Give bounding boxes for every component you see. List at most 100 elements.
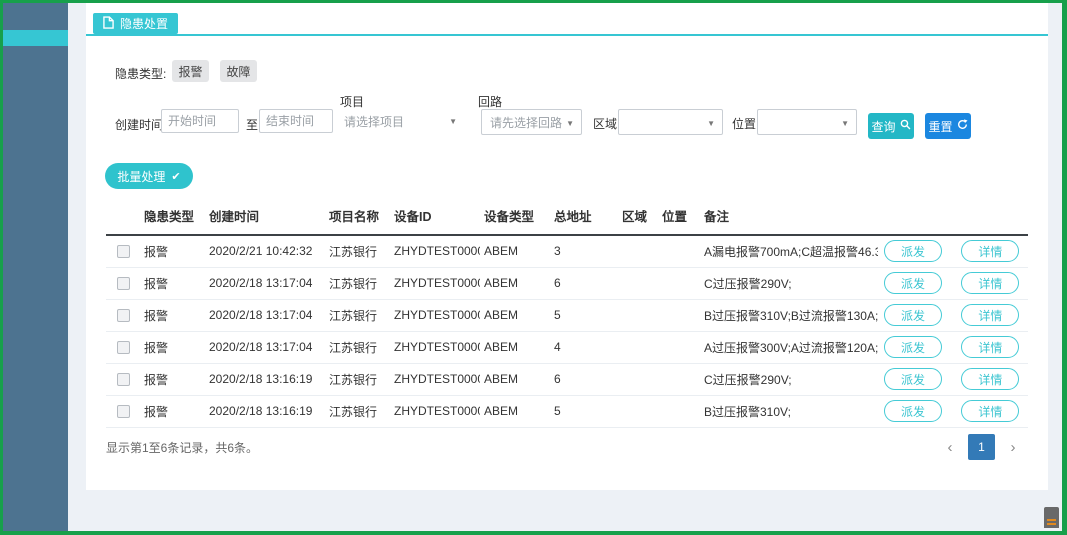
- cell-device-type: ABEM: [480, 235, 550, 267]
- hazard-table: 隐患类型 创建时间 项目名称 设备ID 设备类型 总地址 区域 位置 备注: [106, 202, 1028, 428]
- cell-project-name: 江苏银行: [325, 235, 390, 267]
- dispatch-button[interactable]: 派发: [884, 272, 942, 294]
- table-row: 报警 2020/2/18 13:17:04 江苏银行 ZHYDTEST00000…: [106, 267, 1028, 299]
- project-select-value: 请选择项目: [344, 113, 404, 130]
- row-checkbox[interactable]: [117, 341, 130, 354]
- cell-address: 6: [550, 363, 618, 395]
- prev-page-button[interactable]: ‹: [937, 434, 963, 460]
- cell-device-type: ABEM: [480, 299, 550, 331]
- position-select[interactable]: ▼: [757, 109, 857, 135]
- cell-address: 5: [550, 395, 618, 427]
- header-area: 区域: [618, 202, 658, 235]
- circuit-select[interactable]: 请先选择回路 ▼: [481, 109, 582, 135]
- cell-remark: C过压报警290V;: [700, 363, 878, 395]
- cell-position: [658, 299, 700, 331]
- search-icon: [900, 119, 911, 133]
- cell-create-time: 2020/2/21 10:42:32: [205, 235, 325, 267]
- detail-button[interactable]: 详情: [961, 272, 1019, 294]
- content-card: 隐患处置 隐患类型: 报警 故障 创建时间 至 项目 请选择项目 ▼ 回路 请先…: [86, 3, 1048, 490]
- scrollbar-corner-widget[interactable]: [1044, 507, 1059, 528]
- sidebar: [3, 3, 68, 531]
- cell-address: 5: [550, 299, 618, 331]
- cell-area: [618, 331, 658, 363]
- area-select[interactable]: ▼: [618, 109, 723, 135]
- reset-button-label: 重置: [928, 118, 952, 135]
- next-page-button[interactable]: ›: [1000, 434, 1026, 460]
- hazard-type-label: 隐患类型:: [115, 65, 166, 82]
- cell-area: [618, 363, 658, 395]
- cell-project-name: 江苏银行: [325, 267, 390, 299]
- detail-button[interactable]: 详情: [961, 240, 1019, 262]
- cell-hazard-type: 报警: [140, 363, 205, 395]
- cell-create-time: 2020/2/18 13:17:04: [205, 267, 325, 299]
- cell-project-name: 江苏银行: [325, 299, 390, 331]
- row-checkbox[interactable]: [117, 309, 130, 322]
- cell-position: [658, 363, 700, 395]
- table-row: 报警 2020/2/18 13:16:19 江苏银行 ZHYDTEST00000…: [106, 363, 1028, 395]
- cell-area: [618, 395, 658, 427]
- batch-process-label: 批量处理: [117, 168, 165, 185]
- cell-device-id: ZHYDTEST000001: [390, 235, 480, 267]
- dispatch-button[interactable]: 派发: [884, 240, 942, 262]
- table-row: 报警 2020/2/18 13:17:04 江苏银行 ZHYDTEST00000…: [106, 299, 1028, 331]
- chevron-down-icon: ▼: [841, 119, 849, 128]
- batch-process-button[interactable]: 批量处理 ✔: [105, 163, 193, 189]
- header-hazard-type: 隐患类型: [140, 202, 205, 235]
- dispatch-button[interactable]: 派发: [884, 336, 942, 358]
- dispatch-button[interactable]: 派发: [884, 400, 942, 422]
- cell-address: 4: [550, 331, 618, 363]
- cell-create-time: 2020/2/18 13:17:04: [205, 331, 325, 363]
- chevron-down-icon: ▼: [566, 119, 574, 128]
- cell-hazard-type: 报警: [140, 299, 205, 331]
- start-time-input[interactable]: [161, 109, 239, 133]
- cell-device-type: ABEM: [480, 331, 550, 363]
- dispatch-button[interactable]: 派发: [884, 368, 942, 390]
- chevron-down-icon: ▼: [707, 119, 715, 128]
- cell-area: [618, 235, 658, 267]
- cell-project-name: 江苏银行: [325, 363, 390, 395]
- end-time-input[interactable]: [259, 109, 333, 133]
- header-address: 总地址: [550, 202, 618, 235]
- cell-device-id: ZHYDTEST000001: [390, 299, 480, 331]
- hazard-type-alarm-button[interactable]: 报警: [172, 60, 209, 82]
- row-checkbox[interactable]: [117, 373, 130, 386]
- record-summary: 显示第1至6条记录，共6条。: [106, 439, 258, 456]
- hazard-type-fault-button[interactable]: 故障: [220, 60, 257, 82]
- cell-device-type: ABEM: [480, 267, 550, 299]
- cell-remark: B过压报警310V;: [700, 395, 878, 427]
- circuit-select-value: 请先选择回路: [490, 114, 562, 131]
- cell-hazard-type: 报警: [140, 395, 205, 427]
- project-select[interactable]: 请选择项目 ▼: [336, 108, 464, 134]
- page-title: 隐患处置: [120, 15, 168, 32]
- cell-create-time: 2020/2/18 13:17:04: [205, 299, 325, 331]
- table-row: 报警 2020/2/18 13:16:19 江苏银行 ZHYDTEST00000…: [106, 395, 1028, 427]
- detail-button[interactable]: 详情: [961, 368, 1019, 390]
- table-row: 报警 2020/2/21 10:42:32 江苏银行 ZHYDTEST00000…: [106, 235, 1028, 267]
- table-row: 报警 2020/2/18 13:17:04 江苏银行 ZHYDTEST00000…: [106, 331, 1028, 363]
- pagination: ‹ 1 ›: [937, 434, 1026, 460]
- cell-device-id: ZHYDTEST000001: [390, 395, 480, 427]
- detail-button[interactable]: 详情: [961, 336, 1019, 358]
- current-page-button[interactable]: 1: [968, 434, 995, 460]
- query-button[interactable]: 查询: [868, 113, 914, 139]
- row-checkbox[interactable]: [117, 277, 130, 290]
- dispatch-button[interactable]: 派发: [884, 304, 942, 326]
- cell-device-type: ABEM: [480, 395, 550, 427]
- cell-remark: A漏电报警700mA;C超温报警46.3℃;: [700, 235, 878, 267]
- row-checkbox[interactable]: [117, 245, 130, 258]
- time-to-label: 至: [246, 116, 258, 133]
- sidebar-active-item[interactable]: [3, 30, 68, 46]
- cell-address: 6: [550, 267, 618, 299]
- cell-position: [658, 395, 700, 427]
- row-checkbox[interactable]: [117, 405, 130, 418]
- header-device-id: 设备ID: [390, 202, 480, 235]
- chevron-down-icon: ▼: [449, 117, 457, 126]
- header-project-name: 项目名称: [325, 202, 390, 235]
- document-icon: [103, 16, 114, 32]
- header-device-type: 设备类型: [480, 202, 550, 235]
- reset-button[interactable]: 重置: [925, 113, 971, 139]
- cell-position: [658, 235, 700, 267]
- detail-button[interactable]: 详情: [961, 304, 1019, 326]
- area-label: 区域: [593, 115, 617, 132]
- detail-button[interactable]: 详情: [961, 400, 1019, 422]
